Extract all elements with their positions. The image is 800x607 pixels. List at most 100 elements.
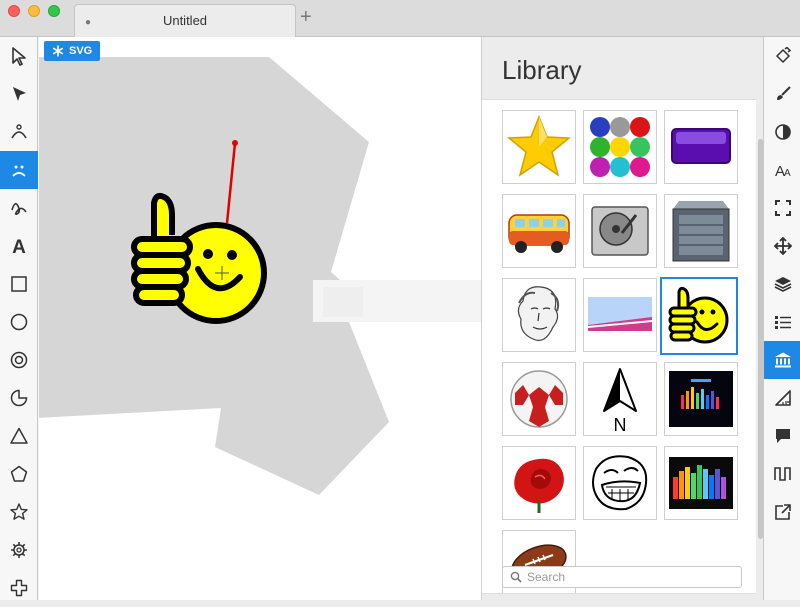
hard-drive-image: [591, 206, 649, 256]
glass-balls-image: [590, 117, 650, 177]
svg-format-badge[interactable]: SVG: [44, 41, 101, 61]
export-tool[interactable]: [764, 493, 800, 531]
face-tool-icon: [12, 165, 26, 177]
search-input[interactable]: [527, 569, 737, 585]
text-tool[interactable]: A: [0, 227, 38, 265]
library-icon: [774, 352, 791, 368]
gear-tool[interactable]: [0, 531, 38, 569]
drawing-canvas[interactable]: SVG: [39, 37, 481, 600]
ring-tool[interactable]: [0, 341, 38, 379]
comment-tool[interactable]: [764, 417, 800, 455]
library-item-thumbs-up-smiley[interactable]: [660, 277, 738, 355]
fill-tool[interactable]: [764, 37, 800, 75]
measure-tool[interactable]: [764, 379, 800, 417]
canvas-artwork: [39, 57, 481, 495]
pie-icon: [10, 389, 28, 407]
library-tool[interactable]: [764, 341, 800, 379]
bend-curve-icon: [11, 124, 27, 139]
frame-tool[interactable]: [764, 189, 800, 227]
right-toolbar: AA: [763, 37, 800, 600]
square-icon: [11, 276, 27, 292]
ring-icon: [10, 351, 28, 369]
maximize-window-button[interactable]: [48, 5, 60, 17]
opacity-tool[interactable]: [764, 113, 800, 151]
layers-tool[interactable]: [764, 265, 800, 303]
library-item-soccer-ball[interactable]: [502, 362, 576, 436]
library-item-star[interactable]: [502, 110, 576, 184]
pie-tool[interactable]: [0, 379, 38, 417]
rectangle-tool[interactable]: [0, 265, 38, 303]
title-bar: ● Untitled +: [0, 0, 800, 37]
pentagon-tool[interactable]: [0, 455, 38, 493]
equalizer-bars-image: [669, 457, 733, 509]
van-image: [508, 214, 570, 253]
node-tool[interactable]: [0, 75, 38, 113]
purple-button-image: [671, 128, 731, 164]
library-item-equalizer-dark[interactable]: [664, 362, 738, 436]
north-arrow-image: N: [603, 368, 637, 433]
export-icon: [774, 504, 791, 520]
gear-icon: [11, 542, 27, 558]
search-icon: [510, 571, 522, 583]
list-icon: [774, 316, 791, 329]
library-item-troll-face[interactable]: [583, 446, 657, 520]
library-item-equalizer-bars[interactable]: [664, 446, 738, 520]
ruler-triangle-icon: [774, 390, 791, 406]
library-item-glass-buttons[interactable]: [583, 110, 657, 184]
star-tool[interactable]: [0, 493, 38, 531]
paint-bucket-icon: [775, 47, 791, 64]
minimize-window-button[interactable]: [28, 5, 40, 17]
north-label: N: [614, 415, 627, 433]
speech-bubble-icon: [775, 429, 790, 443]
triangle-tool[interactable]: [0, 417, 38, 455]
new-tab-button[interactable]: +: [300, 7, 312, 27]
pentagon-icon: [10, 465, 28, 482]
scribble-icon: [11, 202, 27, 215]
rose-image: [514, 458, 564, 513]
letter-a-icon: A: [12, 237, 26, 256]
library-item-purple-button[interactable]: [664, 110, 738, 184]
ellipse-tool[interactable]: [0, 303, 38, 341]
snowflake-icon: [52, 45, 64, 57]
canvas-artifact: [323, 287, 363, 317]
node-arrow-icon: [13, 87, 26, 101]
library-grid: N: [482, 99, 756, 594]
document-tab[interactable]: ● Untitled: [74, 4, 296, 37]
library-item-hard-drive[interactable]: [583, 194, 657, 268]
cross-icon: [10, 579, 28, 597]
library-title: Library: [502, 55, 582, 85]
freehand-tool[interactable]: [0, 189, 38, 227]
thumbs-up-smiley-image: [668, 286, 729, 344]
tab-title: Untitled: [162, 13, 208, 28]
gold-star-image: [507, 114, 571, 177]
svg-badge-label: SVG: [69, 45, 93, 57]
arrange-tool[interactable]: [764, 227, 800, 265]
move-arrows-icon: [773, 237, 792, 255]
triangle-icon: [10, 427, 28, 444]
library-item-metal-box[interactable]: [664, 194, 738, 268]
brush-icon: [776, 86, 791, 100]
banner-image: [587, 297, 653, 331]
left-toolbar: A: [0, 37, 38, 600]
circle-icon: [10, 313, 28, 331]
font-tool[interactable]: AA: [764, 151, 800, 189]
library-item-portrait-sketch[interactable]: [502, 278, 576, 352]
soccer-ball-image: [510, 370, 568, 428]
stroke-tool[interactable]: [764, 75, 800, 113]
library-item-hippie-van[interactable]: [502, 194, 576, 268]
layers-icon: [774, 277, 791, 292]
select-tool[interactable]: [0, 37, 38, 75]
library-item-red-rose[interactable]: [502, 446, 576, 520]
library-item-gradient-banner[interactable]: [583, 278, 657, 352]
app-window: ● Untitled + A SVG Library N Search A A: [0, 0, 800, 600]
close-window-button[interactable]: [8, 5, 20, 17]
cross-tool[interactable]: [0, 569, 38, 607]
bend-tool[interactable]: [0, 113, 38, 151]
library-search: [502, 566, 742, 588]
shape-tool[interactable]: [0, 151, 38, 189]
arrow-pointer-icon: [12, 47, 26, 66]
waveform-tool[interactable]: [764, 455, 800, 493]
library-item-north-arrow[interactable]: N: [583, 362, 657, 436]
rotation-handle[interactable]: [232, 140, 238, 146]
list-tool[interactable]: [764, 303, 800, 341]
